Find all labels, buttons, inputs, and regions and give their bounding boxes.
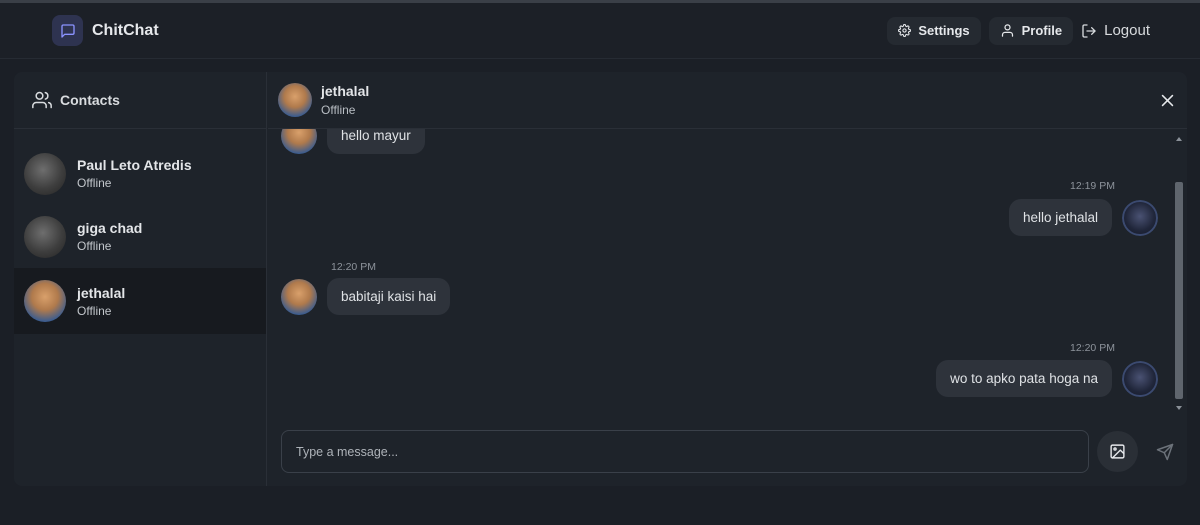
message-row: babitaji kaisi hai	[281, 278, 451, 315]
close-chat-button[interactable]	[1159, 92, 1176, 114]
send-button[interactable]	[1144, 431, 1185, 472]
chat-contact-status: Offline	[321, 103, 356, 117]
contact-item[interactable]: Paul Leto Atredis Offline	[14, 142, 266, 205]
contacts-header: Contacts	[14, 72, 266, 129]
avatar	[1122, 199, 1158, 236]
message-bubble: babitaji kaisi hai	[327, 278, 451, 315]
chat-panel: Contacts Paul Leto Atredis Offline giga …	[14, 72, 1187, 486]
message-bubble: hello jethalal	[1008, 199, 1112, 236]
image-icon	[1110, 444, 1125, 459]
app-name: ChitChat	[92, 21, 159, 39]
avatar	[24, 215, 66, 258]
scroll-down-arrow-icon[interactable]	[1176, 406, 1182, 410]
users-icon	[32, 91, 52, 109]
message-list[interactable]: hello mayur 12:19 PM hello jethalal 12:2…	[268, 129, 1187, 416]
avatar	[24, 152, 66, 195]
chat-window: jethalal Offline hello mayur 12:19 PM he…	[268, 72, 1187, 486]
contact-name: jethalal	[77, 284, 126, 301]
gear-icon	[898, 24, 912, 37]
contacts-sidebar: Contacts Paul Leto Atredis Offline giga …	[14, 72, 267, 486]
contact-item[interactable]: giga chad Offline	[14, 205, 266, 268]
user-icon	[1001, 24, 1013, 37]
contact-status: Offline	[77, 303, 112, 318]
contact-name: giga chad	[77, 220, 143, 236]
chat-header: jethalal Offline	[268, 72, 1187, 129]
avatar	[278, 83, 312, 117]
logout-button[interactable]: Logout	[1081, 17, 1160, 45]
avatar	[1122, 360, 1158, 397]
message-input[interactable]	[281, 430, 1089, 473]
contact-status: Offline	[77, 176, 112, 190]
close-icon	[1161, 94, 1174, 107]
avatar	[281, 278, 317, 315]
scrollbar-thumb[interactable]	[1175, 182, 1183, 399]
nav-actions: Settings Profile Logout	[879, 16, 1160, 45]
avatar	[24, 280, 66, 322]
message-bubble: wo to apko pata hoga na	[936, 360, 1112, 397]
chat-contact-name: jethalal	[321, 83, 370, 99]
scroll-up-arrow-icon[interactable]	[1176, 137, 1182, 141]
message-timestamp: 12:20 PM	[331, 261, 376, 273]
message-row: wo to apko pata hoga na	[936, 360, 1158, 397]
contacts-title: Contacts	[60, 92, 120, 108]
profile-label: Profile	[1021, 23, 1063, 38]
contact-list: Paul Leto Atredis Offline giga chad Offl…	[14, 129, 266, 334]
settings-button[interactable]: Settings	[887, 16, 981, 45]
brand[interactable]: ChitChat	[52, 15, 159, 46]
message-row: hello mayur	[281, 129, 425, 154]
message-timestamp: 12:19 PM	[1070, 180, 1115, 192]
profile-button[interactable]: Profile	[988, 16, 1074, 45]
message-bubble: hello mayur	[327, 129, 425, 154]
message-timestamp: 12:20 PM	[1070, 342, 1115, 354]
send-icon	[1156, 443, 1173, 460]
logout-label: Logout	[1104, 22, 1150, 39]
message-scrollbar[interactable]	[1173, 129, 1185, 416]
contact-item-active[interactable]: jethalal Offline	[14, 268, 266, 334]
contact-name: Paul Leto Atredis	[77, 157, 192, 173]
message-row: hello jethalal	[1008, 199, 1158, 236]
attach-image-button[interactable]	[1097, 431, 1138, 472]
contact-status: Offline	[77, 239, 112, 253]
top-navbar: ChitChat Settings Profile Logout	[0, 3, 1200, 59]
settings-label: Settings	[918, 23, 970, 38]
logout-icon	[1082, 23, 1096, 38]
message-composer	[268, 416, 1187, 486]
message-square-icon	[52, 15, 83, 46]
avatar	[281, 129, 317, 154]
